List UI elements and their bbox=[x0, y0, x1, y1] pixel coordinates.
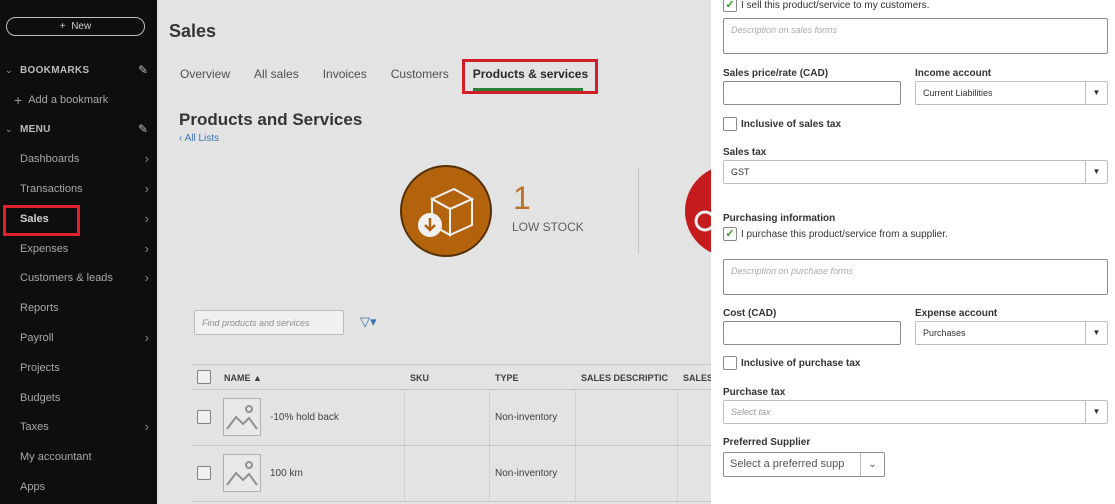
expense-account-label: Expense account bbox=[915, 308, 998, 319]
menu-label: MENU bbox=[20, 123, 51, 135]
sidebar-item-my-accountant[interactable]: My accountant bbox=[0, 445, 157, 469]
sidebar-item-label: Expenses bbox=[20, 243, 69, 255]
cost-label: Cost (CAD) bbox=[723, 308, 777, 319]
bookmarks-section-header[interactable]: ⌄ BOOKMARKS ✎ bbox=[0, 60, 157, 80]
sidebar-item-dashboards[interactable]: Dashboards › bbox=[0, 147, 157, 171]
sidebar-item-apps[interactable]: Apps bbox=[0, 475, 157, 499]
chevron-right-icon: › bbox=[144, 270, 149, 285]
sidebar-item-label: Dashboards bbox=[20, 153, 80, 165]
purchase-tax-select[interactable]: Select tax ▼ bbox=[723, 400, 1108, 424]
sidebar-item-label: Budgets bbox=[20, 392, 61, 404]
cost-field[interactable] bbox=[723, 321, 901, 345]
purchase-checkbox[interactable]: ✓ bbox=[723, 227, 737, 241]
sidebar-item-label: Payroll bbox=[20, 332, 54, 344]
sidebar-item-taxes[interactable]: Taxes › bbox=[0, 415, 157, 439]
inclusive-purchase-tax-label: Inclusive of purchase tax bbox=[741, 358, 861, 369]
sidebar-item-expenses[interactable]: Expenses › bbox=[0, 237, 157, 261]
preferred-supplier-select[interactable]: Select a preferred supp ⌄ bbox=[723, 452, 885, 477]
new-button[interactable]: + New bbox=[6, 17, 145, 36]
sales-tax-select[interactable]: GST ▼ bbox=[723, 160, 1108, 184]
sidebar-item-label: Customers & leads bbox=[20, 272, 113, 284]
sidebar-item-transactions[interactable]: Transactions › bbox=[0, 177, 157, 201]
sales-price-label: Sales price/rate (CAD) bbox=[723, 68, 829, 79]
sell-checkbox-label: I sell this product/service to my custom… bbox=[741, 0, 930, 11]
income-account-select[interactable]: Current Liabilities ▼ bbox=[915, 81, 1108, 105]
pencil-icon[interactable]: ✎ bbox=[138, 122, 148, 136]
purchase-checkbox-label: I purchase this product/service from a s… bbox=[741, 229, 948, 240]
menu-section-header[interactable]: ⌄ MENU ✎ bbox=[0, 119, 157, 139]
sales-tax-label: Sales tax bbox=[723, 147, 767, 158]
chevron-down-icon: ⌄ bbox=[860, 453, 884, 476]
caret-down-icon: ▼ bbox=[1085, 322, 1107, 344]
chevron-down-icon: ⌄ bbox=[5, 123, 13, 134]
caret-down-icon: ▼ bbox=[1085, 82, 1107, 104]
inclusive-purchase-tax-checkbox[interactable] bbox=[723, 356, 737, 370]
add-bookmark-label: Add a bookmark bbox=[28, 94, 109, 106]
sidebar-item-label: Reports bbox=[20, 302, 59, 314]
sidebar-item-reports[interactable]: Reports bbox=[0, 296, 157, 320]
sales-price-field[interactable] bbox=[723, 81, 901, 105]
chevron-right-icon: › bbox=[144, 181, 149, 196]
chevron-right-icon: › bbox=[144, 330, 149, 345]
new-button-label: New bbox=[71, 21, 92, 32]
chevron-right-icon: › bbox=[144, 241, 149, 256]
chevron-right-icon: › bbox=[144, 419, 149, 434]
main-content: Sales Overview All sales Invoices Custom… bbox=[157, 0, 745, 504]
inclusive-sales-tax-label: Inclusive of sales tax bbox=[741, 119, 842, 130]
product-detail-panel: ✓ I sell this product/service to my cust… bbox=[711, 0, 1115, 504]
sidebar-item-projects[interactable]: Projects bbox=[0, 356, 157, 380]
chevron-down-icon: ⌄ bbox=[5, 64, 13, 75]
purchase-tax-placeholder: Select tax bbox=[731, 407, 771, 417]
sales-description-field[interactable]: Description on sales forms bbox=[723, 18, 1108, 54]
sidebar-item-label: My accountant bbox=[20, 451, 92, 463]
sidebar-item-label: Taxes bbox=[20, 421, 49, 433]
purchase-tax-label: Purchase tax bbox=[723, 387, 786, 398]
chevron-right-icon: › bbox=[144, 151, 149, 166]
preferred-supplier-label: Preferred Supplier bbox=[723, 437, 811, 448]
income-account-label: Income account bbox=[915, 68, 992, 79]
sidebar-item-label: Projects bbox=[20, 362, 60, 374]
plus-icon: + bbox=[14, 92, 23, 108]
sidebar-item-customers-leads[interactable]: Customers & leads › bbox=[0, 266, 157, 290]
caret-down-icon: ▼ bbox=[1085, 401, 1107, 423]
add-bookmark-link[interactable]: + Add a bookmark bbox=[0, 90, 157, 110]
sidebar-item-label: Transactions bbox=[20, 183, 83, 195]
preferred-supplier-placeholder: Select a preferred supp bbox=[730, 458, 845, 470]
modal-backdrop bbox=[157, 0, 711, 504]
caret-down-icon: ▼ bbox=[1085, 161, 1107, 183]
sell-checkbox[interactable]: ✓ bbox=[723, 0, 737, 12]
sidebar: + New ⌄ BOOKMARKS ✎ + Add a bookmark ⌄ M… bbox=[0, 0, 157, 504]
expense-account-value: Purchases bbox=[923, 328, 966, 338]
chevron-right-icon: › bbox=[144, 211, 149, 226]
expense-account-select[interactable]: Purchases ▼ bbox=[915, 321, 1108, 345]
purchase-description-field[interactable]: Description on purchase forms bbox=[723, 259, 1108, 295]
plus-icon: + bbox=[59, 21, 66, 32]
income-account-value: Current Liabilities bbox=[923, 88, 993, 98]
bookmarks-label: BOOKMARKS bbox=[20, 64, 90, 76]
sidebar-item-payroll[interactable]: Payroll › bbox=[0, 326, 157, 350]
sales-tax-value: GST bbox=[731, 167, 750, 177]
pencil-icon[interactable]: ✎ bbox=[138, 63, 148, 77]
inclusive-sales-tax-checkbox[interactable] bbox=[723, 117, 737, 131]
purchasing-info-label: Purchasing information bbox=[723, 213, 836, 224]
sidebar-item-budgets[interactable]: Budgets bbox=[0, 386, 157, 410]
sales-highlight-box bbox=[3, 205, 80, 236]
sidebar-item-label: Apps bbox=[20, 481, 46, 493]
